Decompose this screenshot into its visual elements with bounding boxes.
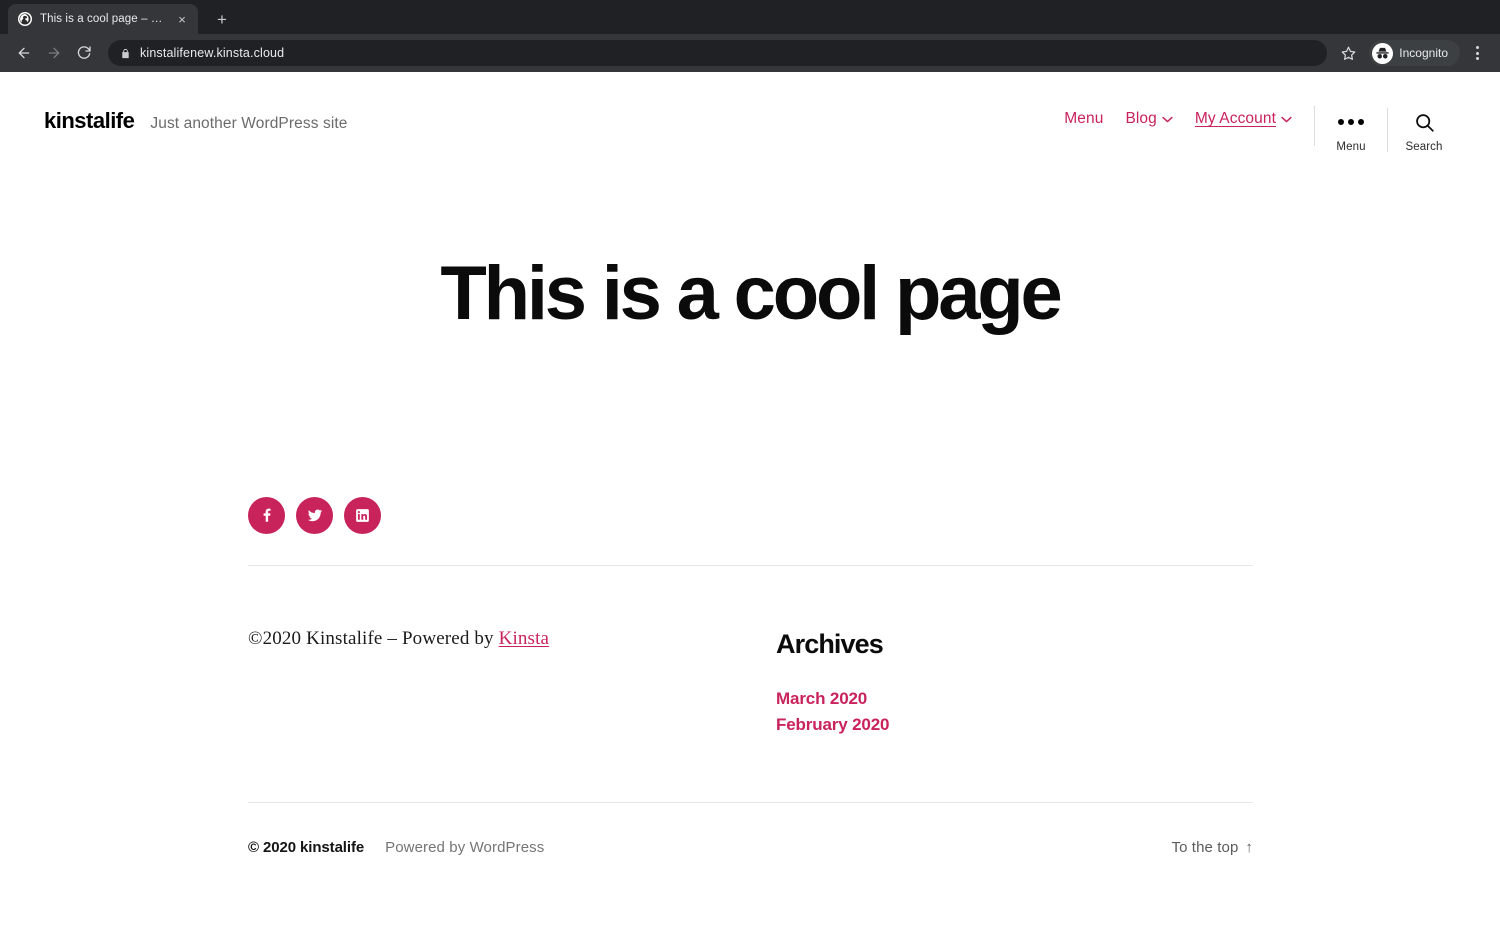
incognito-profile-button[interactable]: Incognito — [1369, 40, 1460, 66]
arrow-up-icon: ↑ — [1245, 838, 1253, 856]
content-wrapper: ©2020 Kinstalife – Powered by Kinsta Arc… — [247, 496, 1253, 856]
menu-toggle-label: Menu — [1336, 141, 1366, 153]
divider-bottom — [248, 801, 1253, 803]
archives-widget-title: Archives — [776, 628, 884, 659]
divider-top — [248, 564, 1253, 566]
incognito-hat-icon — [1372, 42, 1394, 64]
back-arrow-icon[interactable] — [10, 39, 38, 67]
list-item: March 2020 — [776, 689, 1253, 709]
globe-favicon-icon — [18, 12, 32, 26]
header-right: Menu Blog My Account Menu Search — [1064, 104, 1460, 153]
nav-item-label: Blog — [1125, 110, 1157, 127]
twitter-icon[interactable] — [296, 496, 333, 534]
site-tagline: Just another WordPress site — [150, 115, 348, 132]
browser-tab[interactable]: This is a cool page – kinstalife × — [8, 4, 198, 34]
nav-item-label: Menu — [1064, 110, 1104, 127]
footer-columns: ©2020 Kinstalife – Powered by Kinsta Arc… — [248, 628, 1253, 741]
to-the-top-label: To the top — [1171, 838, 1239, 856]
footer-copyright: © 2020 kinstalife — [248, 838, 365, 856]
nav-item-my-account[interactable]: My Account — [1195, 110, 1292, 128]
nav-item-menu[interactable]: Menu — [1064, 110, 1103, 128]
menu-toggle-button[interactable]: Menu — [1315, 104, 1387, 153]
site-credit-text: ©2020 Kinstalife – Powered by — [248, 627, 499, 649]
list-item: February 2020 — [776, 715, 1253, 735]
tab-strip: This is a cool page – kinstalife × + — [0, 0, 1500, 34]
footer-col-right: Archives March 2020 February 2020 — [776, 628, 1253, 741]
archives-list: March 2020 February 2020 — [776, 689, 1253, 735]
tab-title: This is a cool page – kinstalife — [40, 13, 166, 25]
primary-navigation: Menu Blog My Account — [1064, 104, 1314, 128]
hero-section: This is a cool page — [0, 190, 1500, 334]
url-text: kinstalifenew.kinsta.cloud — [140, 46, 285, 60]
site-header: kinstalife Just another WordPress site M… — [0, 72, 1500, 190]
incognito-label: Incognito — [1399, 46, 1448, 60]
reload-icon[interactable] — [70, 39, 98, 67]
to-the-top-link[interactable]: To the top ↑ — [1172, 839, 1254, 856]
browser-toolbar: kinstalifenew.kinsta.cloud Incognito — [0, 34, 1500, 72]
search-toggle-label: Search — [1405, 141, 1443, 153]
close-icon[interactable]: × — [174, 11, 190, 27]
archive-link-march-2020[interactable]: March 2020 — [776, 689, 867, 708]
site-branding: kinstalife Just another WordPress site — [44, 104, 347, 134]
footer-credits: © 2020 kinstalife Powered by WordPress — [248, 839, 544, 856]
browser-window: This is a cool page – kinstalife × + — [0, 0, 1500, 938]
site-credit: ©2020 Kinstalife – Powered by Kinsta — [248, 628, 776, 650]
facebook-icon[interactable] — [248, 496, 285, 534]
site-footer-bar: © 2020 kinstalife Powered by WordPress T… — [248, 839, 1253, 856]
linkedin-icon[interactable] — [344, 496, 381, 534]
chevron-down-icon[interactable] — [1162, 116, 1173, 123]
page-title: This is a cool page — [440, 251, 1062, 336]
search-icon — [1414, 112, 1435, 132]
page-viewport: kinstalife Just another WordPress site M… — [0, 72, 1500, 938]
kebab-menu-icon[interactable] — [1464, 40, 1490, 66]
site-title-link[interactable]: kinstalife — [44, 108, 135, 134]
footer-col-left: ©2020 Kinstalife – Powered by Kinsta — [248, 628, 776, 741]
new-tab-button[interactable]: + — [208, 5, 236, 33]
kinsta-link[interactable]: Kinsta — [499, 628, 550, 649]
three-dots-icon — [1338, 112, 1364, 132]
address-bar[interactable]: kinstalifenew.kinsta.cloud — [108, 40, 1328, 66]
bookmark-star-icon[interactable] — [1335, 40, 1361, 66]
social-links — [248, 496, 1253, 534]
archive-link-february-2020[interactable]: February 2020 — [776, 715, 889, 734]
nav-item-label: My Account — [1194, 110, 1276, 127]
search-toggle-button[interactable]: Search — [1388, 104, 1460, 153]
chevron-down-icon[interactable] — [1281, 116, 1292, 123]
lock-icon — [120, 47, 131, 60]
forward-arrow-icon[interactable] — [40, 39, 68, 67]
nav-item-blog[interactable]: Blog — [1125, 110, 1173, 128]
powered-by-wordpress-link[interactable]: Powered by WordPress — [385, 839, 544, 856]
